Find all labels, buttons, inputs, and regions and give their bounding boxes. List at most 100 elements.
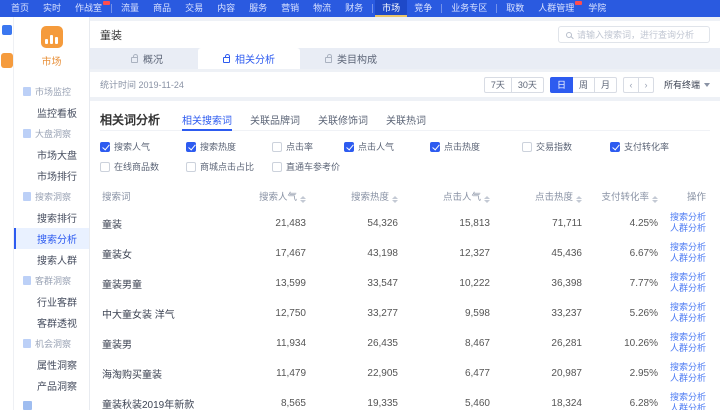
tab-related-hot-words[interactable]: 关联热词 [386, 109, 426, 130]
sidebar-item-market-ranking[interactable]: 市场排行 [14, 165, 89, 186]
col-header-search-popularity[interactable]: 搜索人气 [218, 184, 310, 208]
sidebar-group-market-overview: 大盘洞察 [14, 123, 89, 144]
sidebar-item-market-dashboard[interactable]: 市场大盘 [14, 144, 89, 165]
nav-item-logistics[interactable]: 物流 [306, 0, 338, 17]
sidebar-item-attribute-insight[interactable]: 属性洞察 [14, 354, 89, 375]
col-header-actions: 操作 [662, 184, 710, 208]
sidebar-menu: 市场监控 监控看板 大盘洞察 市场大盘 市场排行 搜索洞察 搜索排行 搜索分析 … [14, 81, 89, 410]
search-analysis-link[interactable]: 搜索分析 [666, 212, 706, 223]
sidebar-item-search-audience[interactable]: 搜索人群 [14, 249, 89, 270]
col-header-click-popularity[interactable]: 点击人气 [402, 184, 494, 208]
checkbox-icon[interactable] [344, 142, 354, 152]
audience-analysis-link[interactable]: 人群分析 [666, 343, 706, 354]
nav-item-audience-management[interactable]: 人群管理 [531, 0, 581, 17]
granularity-button-group: 日 周 月 [550, 77, 617, 93]
metric-mall-click-share[interactable]: 商城点击占比 [186, 160, 272, 173]
sidebar-item-search-ranking[interactable]: 搜索排行 [14, 207, 89, 228]
nav-item-trade[interactable]: 交易 [178, 0, 210, 17]
search-term-cell: 童装女 [100, 238, 218, 268]
nav-item-traffic[interactable]: 流量 [114, 0, 146, 17]
tab-related-search-words[interactable]: 相关搜索词 [182, 109, 232, 130]
granularity-month-button[interactable]: 月 [594, 77, 617, 93]
nav-item-data-fetch[interactable]: 取数 [499, 0, 531, 17]
folder-icon [23, 192, 31, 201]
nav-item-content[interactable]: 内容 [210, 0, 242, 17]
nav-item-competition[interactable]: 竞争 [407, 0, 439, 17]
sort-icon[interactable] [392, 196, 398, 203]
checkbox-icon[interactable] [522, 142, 532, 152]
checkbox-icon[interactable] [100, 142, 110, 152]
nav-item-service[interactable]: 服务 [242, 0, 274, 17]
sidebar-group-market-monitor: 市场监控 [14, 81, 89, 102]
search-analysis-link[interactable]: 搜索分析 [666, 332, 706, 343]
checkbox-icon[interactable] [186, 142, 196, 152]
metric-click-heat[interactable]: 点击热度 [430, 140, 522, 153]
col-header-search-heat[interactable]: 搜索热度 [310, 184, 402, 208]
metric-trade-index[interactable]: 交易指数 [522, 140, 610, 153]
range-30d-button[interactable]: 30天 [511, 77, 544, 93]
metric-search-heat[interactable]: 搜索热度 [186, 140, 272, 153]
nav-item-finance[interactable]: 财务 [338, 0, 370, 17]
search-input[interactable] [577, 30, 702, 40]
date-toolbar: 统计时间 2019-11-24 7天 30天 日 周 月 ‹ › 所有终端 [90, 72, 720, 97]
audience-analysis-link[interactable]: 人群分析 [666, 403, 706, 410]
sidebar-item-search-analysis[interactable]: 搜索分析 [14, 228, 89, 249]
nav-item-realtime[interactable]: 实时 [36, 0, 68, 17]
audience-analysis-link[interactable]: 人群分析 [666, 373, 706, 384]
search-analysis-link[interactable]: 搜索分析 [666, 302, 706, 313]
audience-analysis-link[interactable]: 人群分析 [666, 313, 706, 324]
tab-related-brand-words[interactable]: 关联品牌词 [250, 109, 300, 130]
col-header-click-heat[interactable]: 点击热度 [494, 184, 586, 208]
checkbox-icon[interactable] [272, 162, 282, 172]
search-analysis-link[interactable]: 搜索分析 [666, 242, 706, 253]
terminal-filter-dropdown[interactable]: 所有终端 [664, 78, 710, 91]
checkbox-icon[interactable] [100, 162, 110, 172]
nav-item-home[interactable]: 首页 [4, 0, 36, 17]
checkbox-icon[interactable] [430, 142, 440, 152]
tab-overview[interactable]: 概况 [96, 48, 198, 69]
metric-pay-conversion[interactable]: 支付转化率 [610, 140, 710, 153]
table-row: 童装女 17,46743,19812,32745,4366.67% 搜索分析人群… [100, 238, 710, 268]
sort-icon[interactable] [652, 196, 658, 203]
metric-click-popularity[interactable]: 点击人气 [344, 140, 430, 153]
checkbox-icon[interactable] [272, 142, 282, 152]
prev-date-button[interactable]: ‹ [623, 77, 639, 93]
sort-icon[interactable] [484, 196, 490, 203]
nav-item-war-room[interactable]: 作战室 [68, 0, 109, 17]
category-title: 童装 [100, 27, 122, 43]
nav-divider [111, 4, 112, 13]
checkbox-icon[interactable] [610, 142, 620, 152]
search-analysis-link[interactable]: 搜索分析 [666, 362, 706, 373]
metric-search-popularity[interactable]: 搜索人气 [100, 140, 186, 153]
col-header-pay-conversion[interactable]: 支付转化率 [586, 184, 662, 208]
search-analysis-link[interactable]: 搜索分析 [666, 392, 706, 403]
nav-item-market[interactable]: 市场 [375, 0, 407, 17]
sidebar-item-customer-perspective[interactable]: 客群透视 [14, 312, 89, 333]
search-analysis-link[interactable]: 搜索分析 [666, 272, 706, 283]
nav-item-product[interactable]: 商品 [146, 0, 178, 17]
granularity-day-button[interactable]: 日 [550, 77, 573, 93]
sidebar-item-product-insight[interactable]: 产品洞察 [14, 375, 89, 396]
audience-analysis-link[interactable]: 人群分析 [666, 283, 706, 294]
left-rail [0, 17, 14, 410]
metric-online-items[interactable]: 在线商品数 [100, 160, 186, 173]
checkbox-icon[interactable] [186, 162, 196, 172]
tab-related-analysis[interactable]: 相关分析 [198, 48, 300, 69]
nav-item-business-zone[interactable]: 业务专区 [444, 0, 494, 17]
promo-badge-icon [1, 53, 13, 68]
metric-click-rate[interactable]: 点击率 [272, 140, 344, 153]
sidebar-item-industry-customers[interactable]: 行业客群 [14, 291, 89, 312]
metric-ztc-reference-price[interactable]: 直通车参考价 [272, 160, 344, 173]
sidebar-item-monitor-board[interactable]: 监控看板 [14, 102, 89, 123]
tab-related-modifier-words[interactable]: 关联修饰词 [318, 109, 368, 130]
nav-item-marketing[interactable]: 营销 [274, 0, 306, 17]
next-date-button[interactable]: › [638, 77, 654, 93]
sort-icon[interactable] [300, 196, 306, 203]
tab-category-composition[interactable]: 类目构成 [300, 48, 402, 69]
nav-item-academy[interactable]: 学院 [581, 0, 613, 17]
range-7d-button[interactable]: 7天 [484, 77, 512, 93]
sort-icon[interactable] [576, 196, 582, 203]
audience-analysis-link[interactable]: 人群分析 [666, 223, 706, 234]
granularity-week-button[interactable]: 周 [572, 77, 595, 93]
audience-analysis-link[interactable]: 人群分析 [666, 253, 706, 264]
